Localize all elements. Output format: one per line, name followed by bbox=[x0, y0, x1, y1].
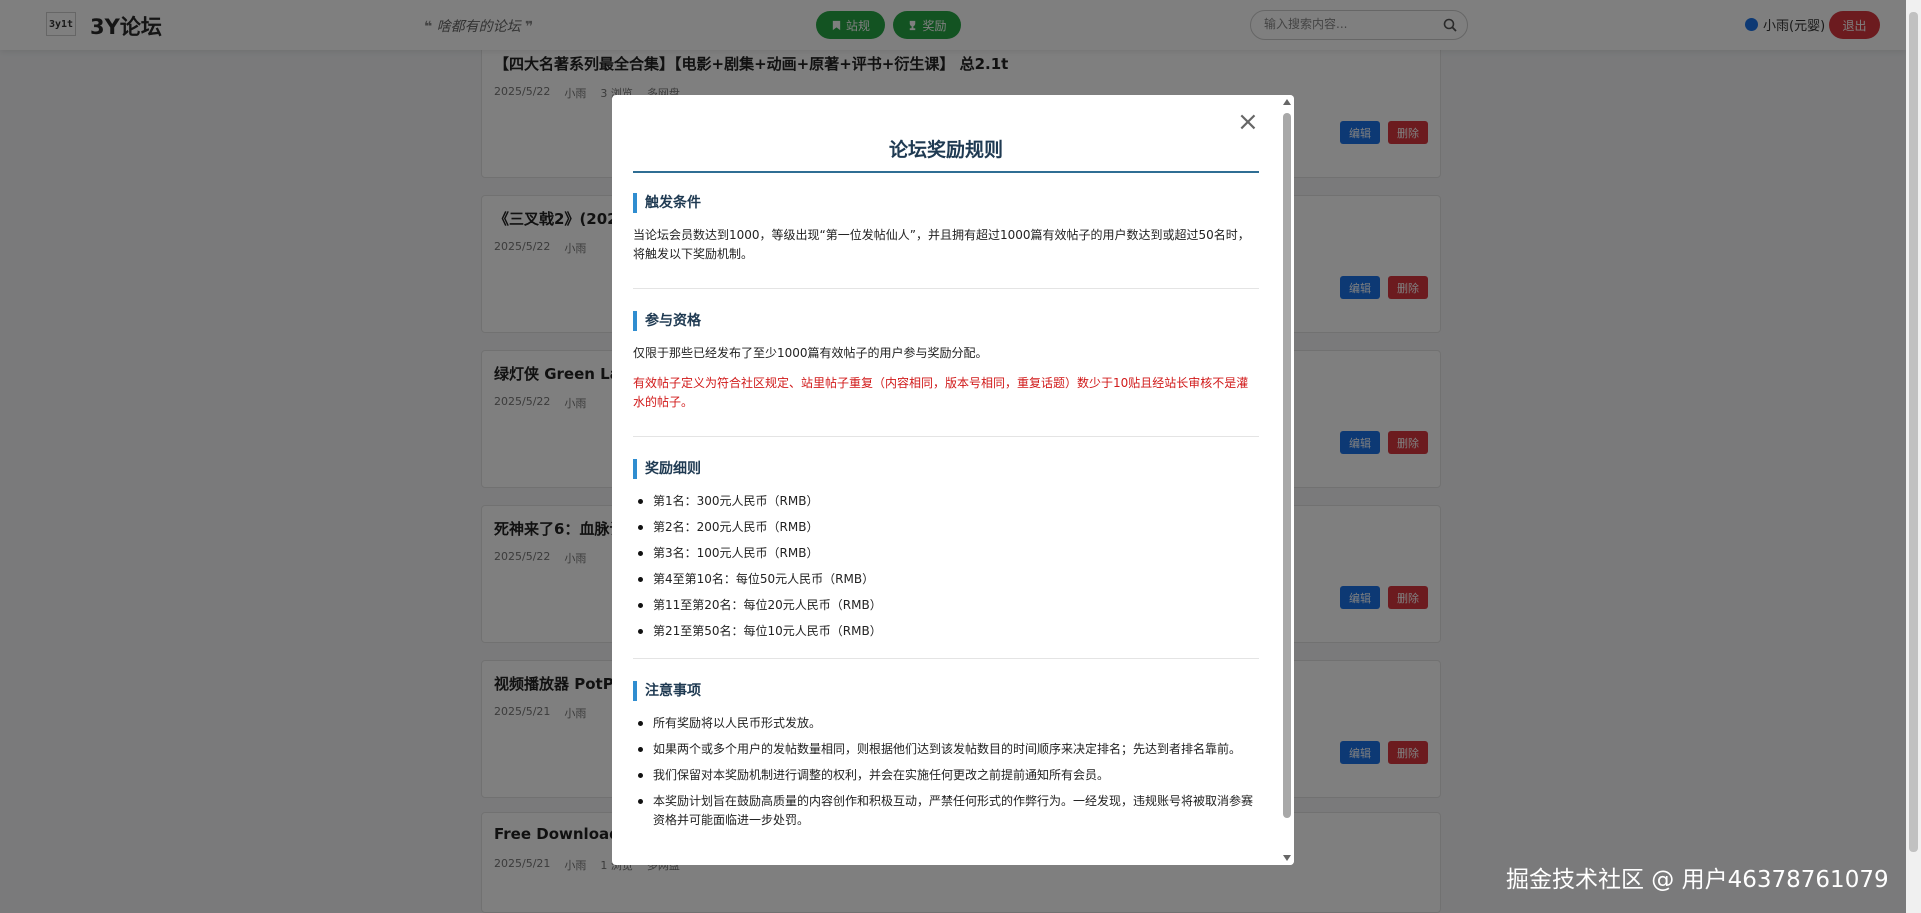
list-item: 第3名：100元人民币（RMB） bbox=[633, 544, 1259, 563]
section-heading-eligibility: 参与资格 bbox=[633, 311, 701, 331]
list-item: 本奖励计划旨在鼓励高质量的内容创作和积极互动，严禁任何形式的作弊行为。一经发现，… bbox=[633, 792, 1259, 830]
section-divider bbox=[633, 288, 1259, 289]
list-item: 第2名：200元人民币（RMB） bbox=[633, 518, 1259, 537]
section-divider bbox=[633, 436, 1259, 437]
list-item: 第1名：300元人民币（RMB） bbox=[633, 492, 1259, 511]
page-scrollbar[interactable] bbox=[1906, 0, 1921, 913]
eligibility-text: 仅限于那些已经发布了至少1000篇有效帖子的用户参与奖励分配。 bbox=[633, 346, 988, 360]
close-icon[interactable]: × bbox=[1237, 109, 1259, 135]
page-scrollbar-thumb[interactable] bbox=[1909, 12, 1918, 852]
list-item: 如果两个或多个用户的发帖数量相同，则根据他们达到该发帖数目的时间顺序来决定排名；… bbox=[633, 740, 1259, 759]
section-heading-trigger: 触发条件 bbox=[633, 193, 701, 213]
list-item: 第11至第20名：每位20元人民币（RMB） bbox=[633, 596, 1259, 615]
watermark: 掘金技术社区 @ 用户46378761079 bbox=[1506, 867, 1889, 893]
trigger-text: 当论坛会员数达到1000，等级出现“第一位发帖仙人”，并且拥有超过1000篇有效… bbox=[633, 228, 1250, 261]
eligibility-note: 有效帖子定义为符合社区规定、站里帖子重复（内容相同，版本号相同，重复话题）数少于… bbox=[633, 376, 1249, 409]
scroll-up-icon[interactable] bbox=[1283, 99, 1291, 105]
list-item: 第4至第10名：每位50元人民币（RMB） bbox=[633, 570, 1259, 589]
section-heading-rewards: 奖励细则 bbox=[633, 459, 701, 479]
title-divider bbox=[633, 171, 1259, 173]
modal-title: 论坛奖励规则 bbox=[888, 139, 1003, 161]
section-heading-notes: 注意事项 bbox=[633, 681, 701, 701]
list-item: 所有奖励将以人民币形式发放。 bbox=[633, 714, 1259, 733]
reward-rules-modal: × 论坛奖励规则 触发条件 当论坛会员数达到1000，等级出现“第一位发帖仙人”… bbox=[612, 95, 1294, 865]
scroll-down-icon[interactable] bbox=[1283, 855, 1291, 861]
section-divider bbox=[633, 658, 1259, 659]
list-item: 第21至第50名：每位10元人民币（RMB） bbox=[633, 622, 1259, 641]
modal-scrollbar[interactable] bbox=[1280, 95, 1294, 865]
list-item: 我们保留对本奖励机制进行调整的权利，并会在实施任何更改之前提前通知所有会员。 bbox=[633, 766, 1259, 785]
notes-list: 所有奖励将以人民币形式发放。 如果两个或多个用户的发帖数量相同，则根据他们达到该… bbox=[633, 714, 1259, 837]
reward-list: 第1名：300元人民币（RMB） 第2名：200元人民币（RMB） 第3名：10… bbox=[633, 492, 1259, 648]
modal-scrollbar-thumb[interactable] bbox=[1283, 113, 1291, 818]
